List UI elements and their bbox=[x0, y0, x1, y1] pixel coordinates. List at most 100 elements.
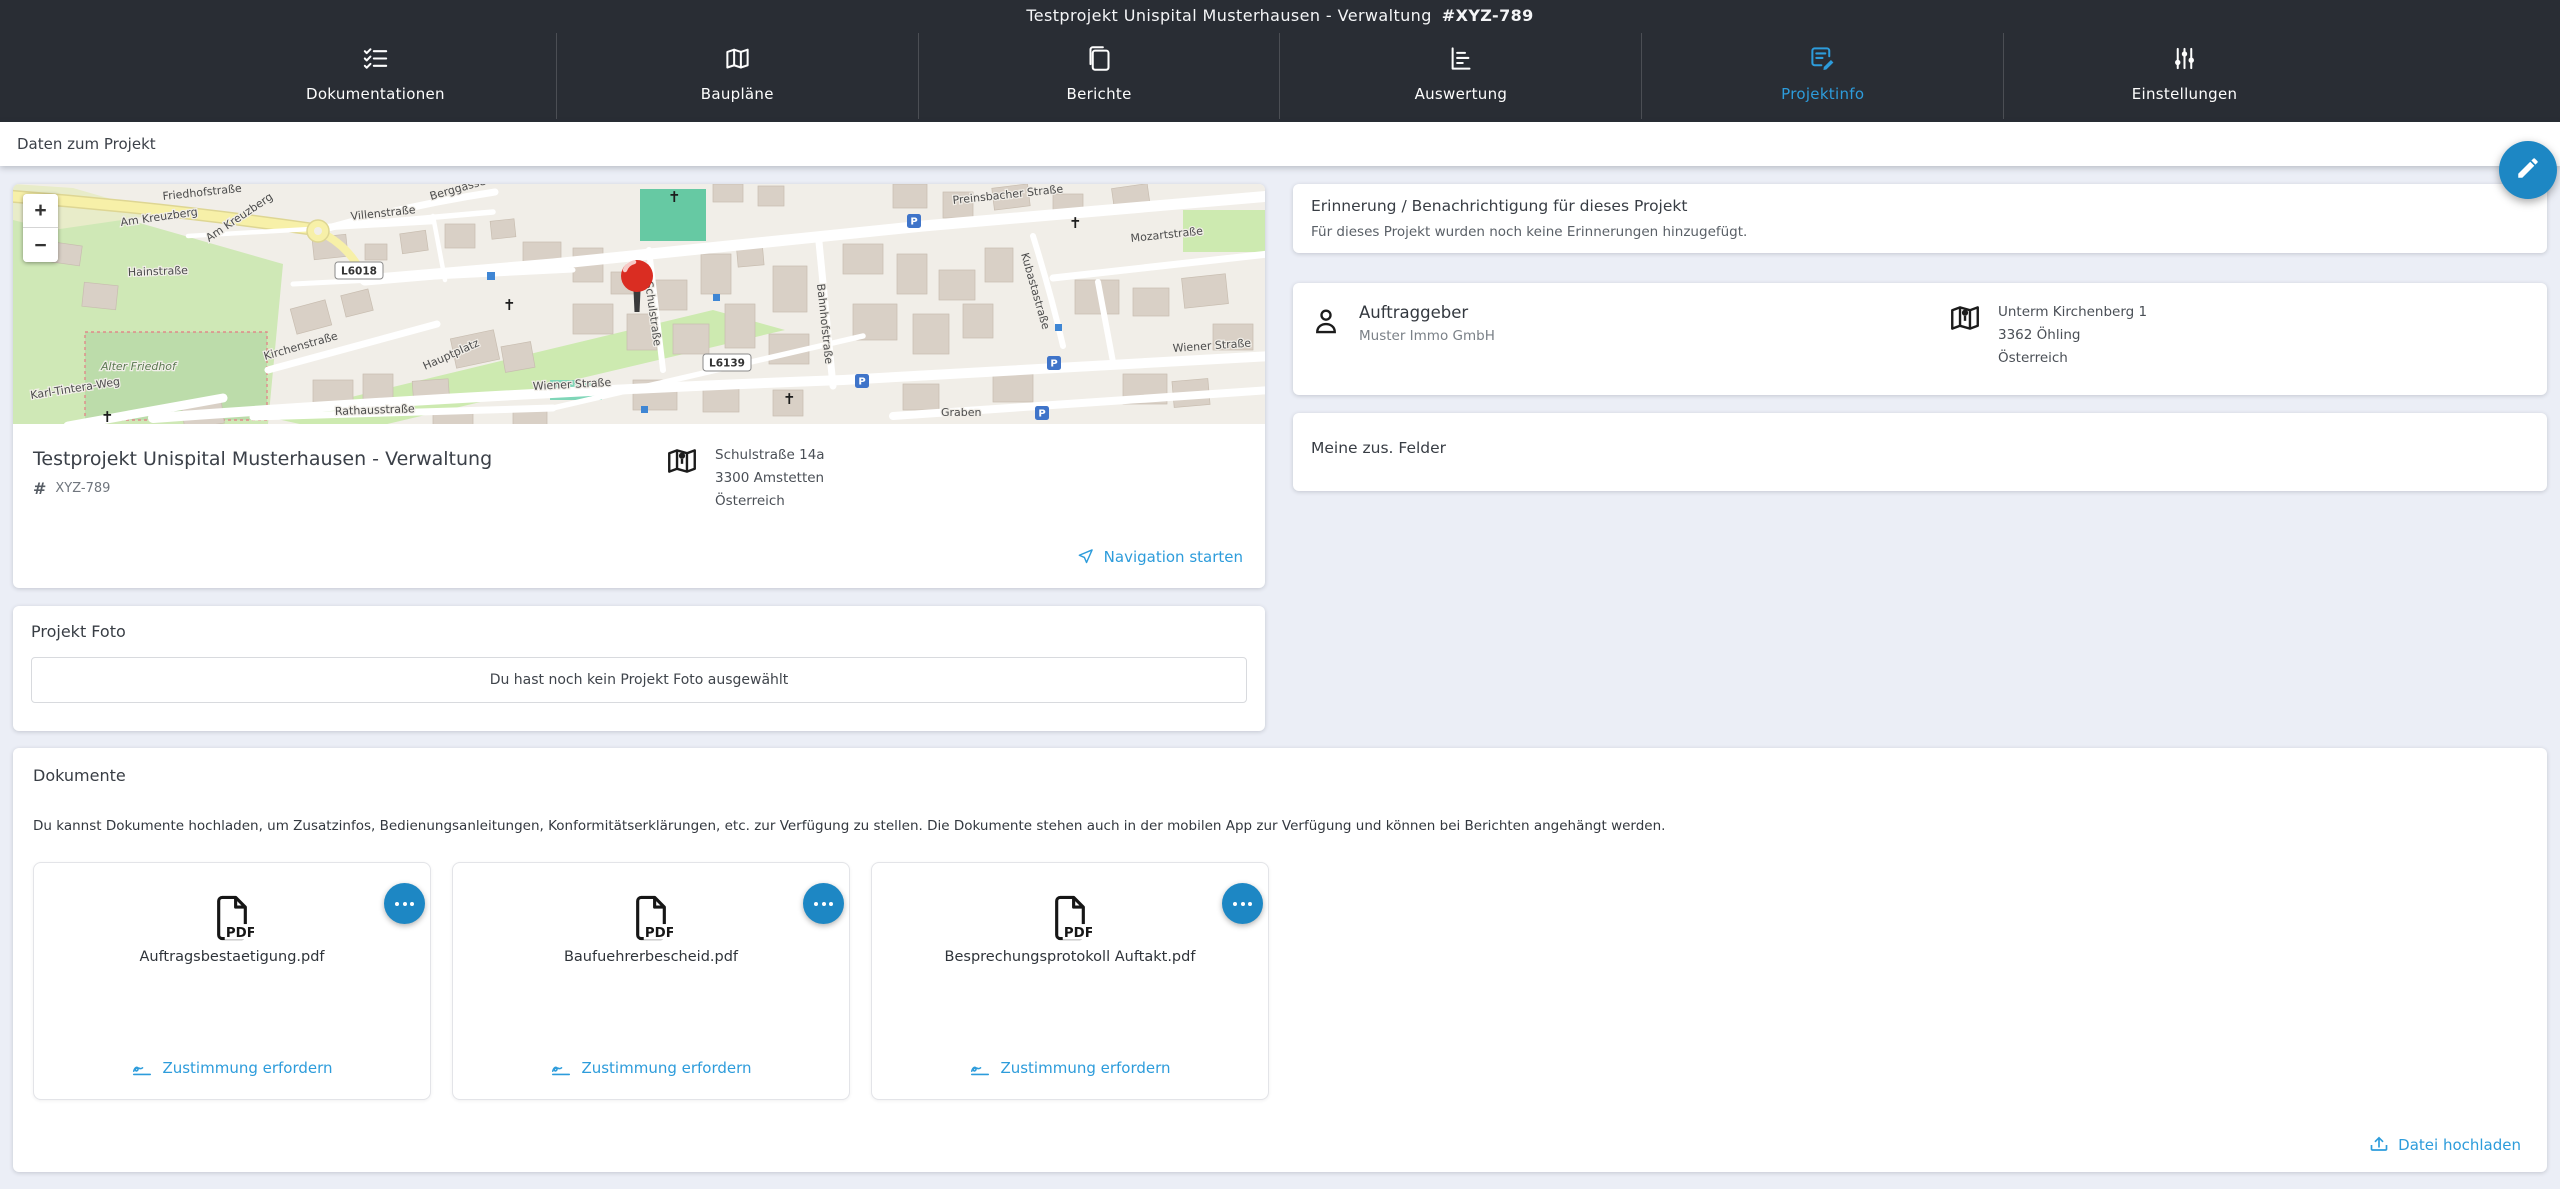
main-nav: Dokumentationen Baupläne Berichte Auswer… bbox=[195, 33, 2365, 119]
copy-pages-icon bbox=[1086, 45, 1113, 76]
documents-description: Du kannst Dokumente hochladen, um Zusatz… bbox=[33, 818, 2527, 834]
custom-fields-card: Meine zus. Felder bbox=[1293, 413, 2547, 491]
signature-icon bbox=[131, 1057, 153, 1079]
svg-text:L6018: L6018 bbox=[341, 266, 377, 278]
map-marker-icon bbox=[1948, 301, 1982, 335]
document-tile[interactable]: PDF Auftragsbestaetigung.pdf Zustimmung … bbox=[33, 862, 431, 1100]
project-map[interactable]: P P P P P ✝✝✝✝✝ Friedhofstraße Am Kre bbox=[13, 184, 1265, 424]
upload-icon bbox=[2369, 1135, 2389, 1155]
breadcrumb-text: Daten zum Projekt bbox=[17, 135, 156, 153]
start-navigation-label: Navigation starten bbox=[1104, 548, 1243, 566]
tab-berichte[interactable]: Berichte bbox=[918, 33, 1280, 119]
svg-text:P: P bbox=[910, 217, 917, 228]
svg-text:PDF: PDF bbox=[226, 926, 254, 941]
reminder-empty-text: Für dieses Projekt wurden noch keine Eri… bbox=[1311, 224, 2529, 240]
map-icon bbox=[724, 45, 751, 76]
photo-card-title: Projekt Foto bbox=[31, 622, 1247, 641]
svg-text:PDF: PDF bbox=[1064, 926, 1092, 941]
address-line: Schulstraße 14a bbox=[715, 444, 825, 467]
project-card: P P P P P ✝✝✝✝✝ Friedhofstraße Am Kre bbox=[13, 184, 1265, 588]
svg-text:PDF: PDF bbox=[645, 926, 673, 941]
document-menu-button[interactable] bbox=[384, 883, 425, 924]
project-code: # XYZ-789 bbox=[33, 479, 1245, 498]
svg-text:P: P bbox=[1050, 359, 1057, 370]
require-approval-label: Zustimmung erfordern bbox=[1000, 1059, 1170, 1077]
pencil-icon bbox=[2515, 155, 2541, 185]
svg-text:✝: ✝ bbox=[503, 296, 516, 314]
tab-bauplaene[interactable]: Baupläne bbox=[556, 33, 918, 119]
reminder-title: Erinnerung / Benachrichtigung für dieses… bbox=[1311, 197, 2529, 215]
pdf-file-icon: PDF bbox=[210, 895, 254, 941]
tab-label: Baupläne bbox=[701, 85, 774, 103]
document-filename: Auftragsbestaetigung.pdf bbox=[34, 949, 430, 965]
chart-icon bbox=[1447, 45, 1474, 76]
right-column: Erinnerung / Benachrichtigung für dieses… bbox=[1293, 184, 2547, 491]
client-name: Muster Immo GmbH bbox=[1359, 328, 1495, 344]
reminder-card: Erinnerung / Benachrichtigung für dieses… bbox=[1293, 184, 2547, 253]
project-address: Schulstraße 14a 3300 Amstetten Österreic… bbox=[665, 444, 825, 513]
document-filename: Baufuehrerbescheid.pdf bbox=[453, 949, 849, 965]
client-card: Auftraggeber Muster Immo GmbH Unterm Kir… bbox=[1293, 283, 2547, 395]
documents-list: PDF Auftragsbestaetigung.pdf Zustimmung … bbox=[33, 862, 2527, 1100]
window-title: Testprojekt Unispital Musterhausen - Ver… bbox=[0, 0, 2560, 25]
photo-empty-text: Du hast noch kein Projekt Foto ausgewähl… bbox=[490, 672, 789, 688]
require-approval-link[interactable]: Zustimmung erfordern bbox=[34, 1057, 430, 1079]
client-address: Unterm Kirchenberg 1 3362 Öhling Österre… bbox=[1948, 301, 2147, 370]
project-info-section: Testprojekt Unispital Musterhausen - Ver… bbox=[13, 424, 1265, 588]
client-info: Auftraggeber Muster Immo GmbH bbox=[1359, 303, 1495, 375]
document-menu-button[interactable] bbox=[1222, 883, 1263, 924]
photo-empty-placeholder[interactable]: Du hast noch kein Projekt Foto ausgewähl… bbox=[31, 657, 1247, 703]
tab-projektinfo[interactable]: Projektinfo bbox=[1641, 33, 2003, 119]
svg-text:Graben: Graben bbox=[941, 406, 982, 419]
address-lines: Unterm Kirchenberg 1 3362 Öhling Österre… bbox=[1998, 301, 2147, 370]
map-zoom-out-button[interactable]: − bbox=[23, 228, 58, 262]
tab-dokumentationen[interactable]: Dokumentationen bbox=[195, 33, 556, 119]
map-zoom-control: + − bbox=[23, 194, 58, 262]
address-line: Österreich bbox=[715, 490, 825, 513]
ellipsis-icon bbox=[395, 902, 399, 906]
address-lines: Schulstraße 14a 3300 Amstetten Österreic… bbox=[715, 444, 825, 513]
svg-text:✝: ✝ bbox=[101, 408, 114, 424]
window-title-text: Testprojekt Unispital Musterhausen - Ver… bbox=[1026, 6, 1431, 25]
tab-label: Dokumentationen bbox=[306, 85, 445, 103]
person-icon bbox=[1311, 307, 1341, 337]
svg-text:P: P bbox=[1038, 409, 1045, 420]
signature-icon bbox=[550, 1057, 572, 1079]
document-tile[interactable]: PDF Baufuehrerbescheid.pdf Zustimmung er… bbox=[452, 862, 850, 1100]
upload-file-label: Datei hochladen bbox=[2398, 1136, 2521, 1154]
start-navigation-link[interactable]: Navigation starten bbox=[1076, 547, 1243, 566]
tab-einstellungen[interactable]: Einstellungen bbox=[2003, 33, 2365, 119]
edit-project-button[interactable] bbox=[2499, 141, 2557, 199]
map-zoom-in-button[interactable]: + bbox=[23, 194, 58, 228]
checklist-icon bbox=[362, 45, 389, 76]
ellipsis-icon bbox=[1233, 902, 1237, 906]
document-tile[interactable]: PDF Besprechungsprotokoll Auftakt.pdf Zu… bbox=[871, 862, 1269, 1100]
app-header: Testprojekt Unispital Musterhausen - Ver… bbox=[0, 0, 2560, 122]
tab-label: Projektinfo bbox=[1781, 85, 1864, 103]
tab-label: Berichte bbox=[1067, 85, 1132, 103]
documents-card: Dokumente Du kannst Dokumente hochladen,… bbox=[13, 748, 2547, 1172]
tab-auswertung[interactable]: Auswertung bbox=[1279, 33, 1641, 119]
ellipsis-icon bbox=[814, 902, 818, 906]
require-approval-link[interactable]: Zustimmung erfordern bbox=[453, 1057, 849, 1079]
document-menu-button[interactable] bbox=[803, 883, 844, 924]
address-line: Unterm Kirchenberg 1 bbox=[1998, 301, 2147, 324]
project-code-value: XYZ-789 bbox=[55, 481, 110, 496]
svg-text:✝: ✝ bbox=[668, 188, 681, 206]
require-approval-label: Zustimmung erfordern bbox=[581, 1059, 751, 1077]
project-photo-card: Projekt Foto Du hast noch kein Projekt F… bbox=[13, 606, 1265, 731]
client-title: Auftraggeber bbox=[1359, 303, 1495, 322]
page-content: P P P P P ✝✝✝✝✝ Friedhofstraße Am Kre bbox=[0, 166, 2560, 1189]
svg-text:Hainstraße: Hainstraße bbox=[128, 264, 189, 279]
project-title: Testprojekt Unispital Musterhausen - Ver… bbox=[33, 448, 1245, 470]
navigation-arrow-icon bbox=[1076, 547, 1095, 566]
upload-file-link[interactable]: Datei hochladen bbox=[2369, 1135, 2521, 1155]
tab-label: Auswertung bbox=[1415, 85, 1508, 103]
require-approval-label: Zustimmung erfordern bbox=[162, 1059, 332, 1077]
pdf-file-icon: PDF bbox=[1048, 895, 1092, 941]
map-marker-icon bbox=[665, 444, 699, 478]
tab-label: Einstellungen bbox=[2132, 85, 2238, 103]
require-approval-link[interactable]: Zustimmung erfordern bbox=[872, 1057, 1268, 1079]
svg-text:✝: ✝ bbox=[1069, 214, 1082, 232]
document-filename: Besprechungsprotokoll Auftakt.pdf bbox=[872, 949, 1268, 965]
